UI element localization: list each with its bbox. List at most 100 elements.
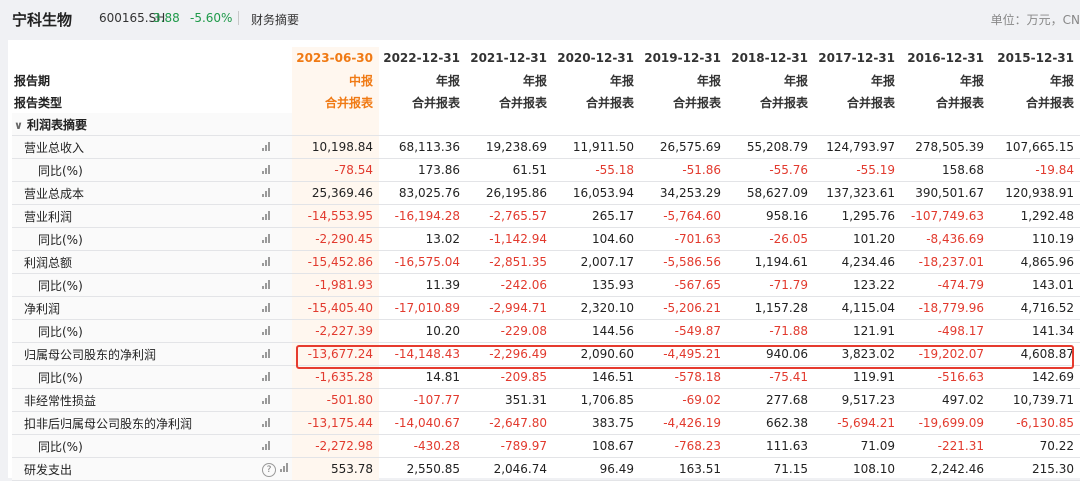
period-date[interactable]: 2018-12-31	[727, 47, 814, 69]
table-row: 营业总收入 10,198.84 68,113.36 19,238.69 11,911.5…	[12, 135, 1080, 159]
blank-cell	[990, 113, 1080, 136]
row-icons	[262, 342, 292, 366]
table-cell: 124,793.97	[814, 135, 901, 159]
table-cell: 123.22	[814, 273, 901, 297]
blank-cell	[262, 69, 292, 91]
bar-chart-icon[interactable]	[262, 440, 272, 450]
table-cell: -567.65	[640, 273, 727, 297]
period-date[interactable]: 2015-12-31	[990, 47, 1080, 69]
table-cell: 96.49	[553, 457, 640, 481]
question-icon[interactable]: ?	[262, 463, 276, 477]
table-cell: -13,175.44	[292, 411, 379, 435]
table-cell: 2,046.74	[466, 457, 553, 481]
table-cell: 16,053.94	[553, 181, 640, 205]
bar-chart-icon[interactable]	[262, 141, 272, 151]
blank-cell	[727, 113, 814, 136]
table-cell: 497.02	[901, 388, 990, 412]
report-type-value: 合并报表	[585, 95, 634, 110]
stock-change: -5.60%	[190, 11, 233, 25]
table-cell: 144.56	[553, 319, 640, 343]
table-cell: 4,716.52	[990, 296, 1080, 320]
bar-chart-icon[interactable]	[262, 417, 272, 427]
table-cell: 4,865.96	[990, 250, 1080, 274]
bar-chart-icon[interactable]	[262, 279, 272, 289]
blank-cell	[640, 113, 727, 136]
period-date[interactable]: 2019-12-31	[640, 47, 727, 69]
row-icons	[262, 250, 292, 274]
table-cell: -18,237.01	[901, 250, 990, 274]
table-cell: -229.08	[466, 319, 553, 343]
top-bar: 宁科生物 600165.SH 3.88 -5.60% 财务摘要 单位：万元，CN	[0, 0, 1080, 36]
table-cell: 383.75	[553, 411, 640, 435]
row-icons	[262, 319, 292, 343]
row-label: 同比(%)	[12, 365, 262, 389]
bar-chart-icon[interactable]	[262, 164, 272, 174]
report-type-value: 合并报表	[411, 95, 460, 110]
table-row: 扣非后归属母公司股东的净利润 -13,175.44 -14,040.67 -2,647…	[12, 411, 1080, 435]
table-cell: 173.86	[379, 158, 466, 182]
table-cell: 25,369.46	[292, 181, 379, 205]
bar-chart-icon[interactable]	[262, 371, 272, 381]
row-icons	[262, 434, 292, 458]
report-period-value: 年报	[696, 73, 721, 88]
section-title[interactable]: 财务摘要	[251, 11, 299, 28]
bar-chart-icon[interactable]	[262, 187, 272, 197]
bar-chart-icon[interactable]	[262, 325, 272, 335]
period-date[interactable]: 2020-12-31	[553, 47, 640, 69]
blank-cell	[553, 113, 640, 136]
table-cell: -2,272.98	[292, 434, 379, 458]
bar-chart-icon[interactable]	[262, 302, 272, 312]
row-label: 同比(%)	[12, 227, 262, 251]
report-period-value: 年报	[870, 73, 895, 88]
table-cell: -55.18	[553, 158, 640, 182]
table-cell: -15,452.86	[292, 250, 379, 274]
section-label-cell[interactable]: ∨ 利润表摘要	[12, 113, 262, 136]
table-row: 同比(%) -2,227.39 10.20 -229.08 144.56 -549.87-…	[12, 319, 1080, 343]
table-cell: 277.68	[727, 388, 814, 412]
bar-chart-icon[interactable]	[262, 233, 272, 243]
period-date[interactable]: 2022-12-31	[379, 47, 466, 69]
bar-chart-icon[interactable]	[262, 210, 272, 220]
table-cell: 158.68	[901, 158, 990, 182]
chevron-down-icon[interactable]: ∨	[14, 119, 23, 132]
period-date[interactable]: 2017-12-31	[814, 47, 901, 69]
table-cell: 70.22	[990, 434, 1080, 458]
table-cell: -5,586.56	[640, 250, 727, 274]
table-cell: -71.79	[727, 273, 814, 297]
row-label: 非经常性损益	[12, 388, 262, 412]
table-cell: -71.88	[727, 319, 814, 343]
period-date[interactable]: 2021-12-31	[466, 47, 553, 69]
bar-chart-icon[interactable]	[280, 462, 290, 472]
table-cell: 108.67	[553, 434, 640, 458]
table-cell: -1,981.93	[292, 273, 379, 297]
table-cell: 10,739.71	[990, 388, 1080, 412]
table-cell: 13.02	[379, 227, 466, 251]
section-row[interactable]: ∨ 利润表摘要	[12, 113, 1080, 136]
table-cell: 26,195.86	[466, 181, 553, 205]
report-period-value: 年报	[522, 73, 547, 88]
bar-chart-icon[interactable]	[262, 394, 272, 404]
table-cell: -5,764.60	[640, 204, 727, 228]
row-icons	[262, 388, 292, 412]
report-type-label: 报告类型	[14, 95, 63, 110]
period-header-row: 2023-06-30 2022-12-31 2021-12-31 2020-12-31…	[12, 47, 1080, 69]
table-cell: 83,025.76	[379, 181, 466, 205]
table-cell: 34,253.29	[640, 181, 727, 205]
table-cell: 68,113.36	[379, 135, 466, 159]
table-cell: 9,517.23	[814, 388, 901, 412]
table-cell: 55,208.79	[727, 135, 814, 159]
table-row: 营业利润 -14,553.95 -16,194.28 -2,765.57 265.17-…	[12, 204, 1080, 228]
report-type-value: 合并报表	[672, 95, 721, 110]
table-cell: -2,851.35	[466, 250, 553, 274]
period-date[interactable]: 2023-06-30	[292, 47, 379, 69]
bar-chart-icon[interactable]	[262, 256, 272, 266]
table-cell: 120,938.91	[990, 181, 1080, 205]
report-period-value: 年报	[783, 73, 808, 88]
period-date[interactable]: 2016-12-31	[901, 47, 990, 69]
bar-chart-icon[interactable]	[262, 348, 272, 358]
table-row: 同比(%) -2,272.98 -430.28 -789.97 108.67 -768.2…	[12, 434, 1080, 458]
table-row: 同比(%) -1,981.93 11.39 -242.06 135.93 -567.65-…	[12, 273, 1080, 297]
blank-cell	[466, 113, 553, 136]
table-cell: -16,194.28	[379, 204, 466, 228]
table-cell: -1,142.94	[466, 227, 553, 251]
